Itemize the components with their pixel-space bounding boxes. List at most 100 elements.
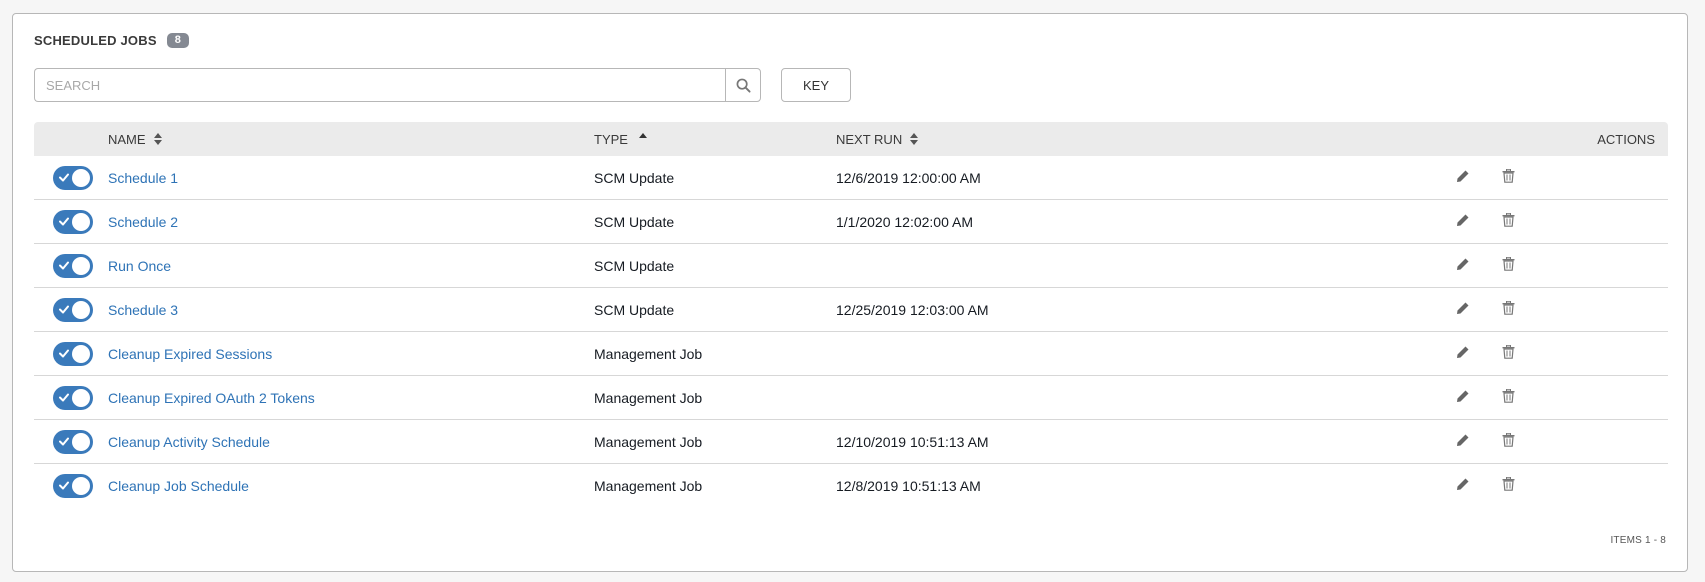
trash-icon — [1502, 300, 1515, 315]
schedule-name-link[interactable]: Cleanup Job Schedule — [108, 478, 249, 494]
schedule-name-link[interactable]: Cleanup Expired Sessions — [108, 346, 272, 362]
delete-button[interactable] — [1502, 388, 1515, 406]
schedule-next-run: 12/8/2019 10:51:13 AM — [836, 478, 981, 494]
edit-button[interactable] — [1456, 345, 1470, 362]
sort-asc-icon — [638, 133, 647, 138]
pencil-icon — [1457, 477, 1470, 490]
schedules-table: NAME TYPE NEXT RUN ACTIONS Schedule 1 SC… — [34, 122, 1668, 508]
schedule-type: Management Job — [594, 346, 703, 362]
schedule-name-link[interactable]: Cleanup Expired OAuth 2 Tokens — [108, 390, 315, 406]
schedule-name-link[interactable]: Run Once — [108, 258, 171, 274]
schedule-next-run: 12/6/2019 12:00:00 AM — [836, 170, 981, 186]
trash-icon — [1502, 388, 1515, 403]
table-row: Schedule 3 SCM Update 12/25/2019 12:03:0… — [34, 288, 1668, 332]
key-button[interactable]: KEY — [781, 68, 851, 102]
schedule-name-link[interactable]: Schedule 2 — [108, 214, 178, 230]
search-button[interactable] — [725, 68, 761, 102]
edit-button[interactable] — [1456, 477, 1470, 494]
pencil-icon — [1457, 345, 1470, 358]
toggle-knob — [72, 301, 90, 319]
items-count: ITEMS 1 - 8 — [1610, 535, 1666, 546]
table-header: NAME TYPE NEXT RUN ACTIONS — [34, 122, 1668, 156]
table-row: Run Once SCM Update — [34, 244, 1668, 288]
trash-icon — [1502, 212, 1515, 227]
schedule-toggle[interactable] — [53, 210, 93, 234]
column-header-type[interactable]: TYPE — [594, 122, 647, 156]
pencil-icon — [1457, 301, 1470, 314]
delete-button[interactable] — [1502, 432, 1515, 450]
schedule-toggle[interactable] — [53, 298, 93, 322]
column-label-type: TYPE — [594, 131, 628, 147]
schedule-type: SCM Update — [594, 302, 675, 318]
toggle-knob — [72, 213, 90, 231]
check-icon — [59, 437, 69, 446]
trash-icon — [1502, 476, 1515, 491]
schedule-toggle[interactable] — [53, 430, 93, 454]
count-badge: 8 — [166, 33, 189, 48]
schedule-type: Management Job — [594, 478, 703, 494]
toggle-knob — [72, 477, 90, 495]
table-row: Cleanup Expired OAuth 2 Tokens Managemen… — [34, 376, 1668, 420]
schedule-name-link[interactable]: Schedule 3 — [108, 302, 178, 318]
check-icon — [59, 393, 69, 402]
pencil-icon — [1457, 213, 1470, 226]
toggle-knob — [72, 433, 90, 451]
delete-button[interactable] — [1502, 476, 1515, 494]
trash-icon — [1502, 344, 1515, 359]
delete-button[interactable] — [1502, 256, 1515, 274]
trash-icon — [1502, 432, 1515, 447]
schedule-name-link[interactable]: Cleanup Activity Schedule — [108, 434, 270, 450]
edit-button[interactable] — [1456, 389, 1470, 406]
search-bar — [34, 68, 761, 102]
delete-button[interactable] — [1502, 344, 1515, 362]
edit-button[interactable] — [1456, 301, 1470, 318]
check-icon — [59, 305, 69, 314]
column-header-name[interactable]: NAME — [108, 122, 162, 156]
table-row: Schedule 2 SCM Update 1/1/2020 12:02:00 … — [34, 200, 1668, 244]
toggle-knob — [72, 169, 90, 187]
delete-button[interactable] — [1502, 300, 1515, 318]
column-label-next-run: NEXT RUN — [836, 131, 903, 147]
column-header-next-run[interactable]: NEXT RUN — [836, 122, 919, 156]
schedule-toggle[interactable] — [53, 386, 93, 410]
panel-title: SCHEDULED JOBS — [34, 33, 157, 48]
edit-button[interactable] — [1456, 433, 1470, 450]
schedule-toggle[interactable] — [53, 474, 93, 498]
schedule-type: Management Job — [594, 390, 703, 406]
delete-button[interactable] — [1502, 168, 1515, 186]
sort-both-icon — [910, 133, 919, 145]
pencil-icon — [1457, 389, 1470, 402]
pencil-icon — [1457, 433, 1470, 446]
trash-icon — [1502, 256, 1515, 271]
schedule-type: SCM Update — [594, 214, 675, 230]
column-header-actions: ACTIONS — [1597, 122, 1655, 156]
schedule-type: Management Job — [594, 434, 703, 450]
table-row: Schedule 1 SCM Update 12/6/2019 12:00:00… — [34, 156, 1668, 200]
schedule-toggle[interactable] — [53, 166, 93, 190]
check-icon — [59, 349, 69, 358]
table-row: Cleanup Expired Sessions Management Job — [34, 332, 1668, 376]
schedule-toggle[interactable] — [53, 254, 93, 278]
edit-button[interactable] — [1456, 213, 1470, 230]
check-icon — [59, 481, 69, 490]
schedule-toggle[interactable] — [53, 342, 93, 366]
edit-button[interactable] — [1456, 169, 1470, 186]
scheduled-jobs-panel: SCHEDULED JOBS 8 KEY NAME TYPE — [12, 13, 1688, 572]
trash-icon — [1502, 168, 1515, 183]
search-input[interactable] — [34, 68, 725, 102]
toggle-knob — [72, 389, 90, 407]
schedule-type: SCM Update — [594, 258, 675, 274]
schedule-name-link[interactable]: Schedule 1 — [108, 170, 178, 186]
schedule-type: SCM Update — [594, 170, 675, 186]
edit-button[interactable] — [1456, 257, 1470, 274]
check-icon — [59, 261, 69, 270]
column-label-actions: ACTIONS — [1597, 131, 1655, 147]
delete-button[interactable] — [1502, 212, 1515, 230]
table-body: Schedule 1 SCM Update 12/6/2019 12:00:00… — [34, 156, 1668, 508]
sort-both-icon — [153, 133, 162, 145]
table-row: Cleanup Activity Schedule Management Job… — [34, 420, 1668, 464]
column-label-name: NAME — [108, 131, 146, 147]
check-icon — [59, 173, 69, 182]
toggle-knob — [72, 345, 90, 363]
table-row: Cleanup Job Schedule Management Job 12/8… — [34, 464, 1668, 508]
